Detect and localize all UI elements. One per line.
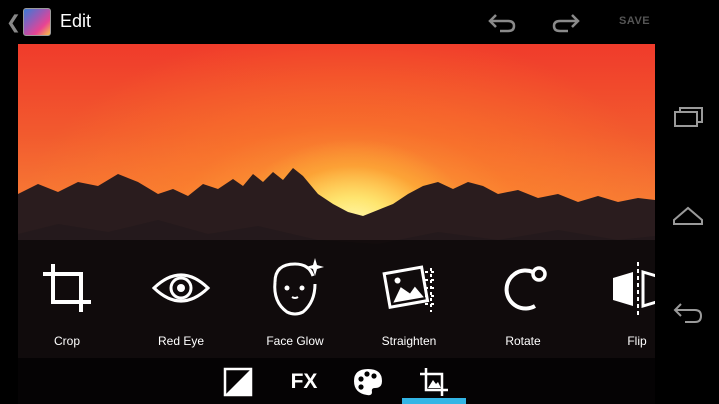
tool-label: Flip [627, 334, 647, 348]
crop-icon [43, 264, 91, 312]
screen: ❮ Edit SAVE Crop Red Eye Face Glow Strai… [0, 0, 655, 404]
action-bar: ❮ Edit SAVE [0, 0, 655, 44]
tool-strip: Crop Red Eye Face Glow Straighten Rotate… [0, 240, 655, 358]
back-icon[interactable] [671, 298, 705, 328]
exposure-icon [223, 367, 253, 397]
page-title: Edit [60, 11, 92, 31]
tool-label: Red Eye [157, 334, 205, 348]
gallery-app-icon[interactable] [23, 8, 51, 36]
tool-flip[interactable]: Flip [580, 240, 655, 358]
fx-label: FX [290, 370, 318, 393]
system-nav-bar [655, 0, 719, 404]
palette-icon [354, 369, 382, 396]
undo-icon[interactable] [486, 10, 518, 34]
tab-exposure[interactable] [214, 358, 262, 404]
rotate-icon [504, 266, 547, 311]
flip-icon [613, 262, 655, 316]
tool-face-glow[interactable]: Face Glow [238, 240, 352, 358]
tool-rotate[interactable]: Rotate [466, 240, 580, 358]
redo-icon[interactable] [550, 10, 582, 34]
tool-label: Straighten [381, 334, 437, 348]
tool-label: Rotate [505, 334, 541, 348]
tab-fx[interactable]: FX [280, 358, 328, 404]
tab-color[interactable] [344, 358, 392, 404]
tool-label: Crop [53, 334, 80, 348]
back-chevron-icon[interactable]: ❮ [6, 12, 21, 32]
home-icon[interactable] [671, 198, 705, 228]
face-sparkle-icon [273, 258, 324, 316]
eye-icon [151, 273, 211, 303]
tool-label: Face Glow [266, 334, 324, 348]
tool-red-eye[interactable]: Red Eye [124, 240, 238, 358]
tool-crop[interactable]: Crop [10, 240, 124, 358]
crop-photo-icon [420, 368, 448, 396]
straighten-icon [382, 265, 437, 312]
selected-tab-indicator [402, 398, 466, 404]
editor-tab-bar: FX [0, 358, 655, 404]
tool-straighten[interactable]: Straighten [352, 240, 466, 358]
save-button[interactable]: SAVE [619, 15, 650, 27]
recent-apps-icon[interactable] [671, 102, 705, 132]
